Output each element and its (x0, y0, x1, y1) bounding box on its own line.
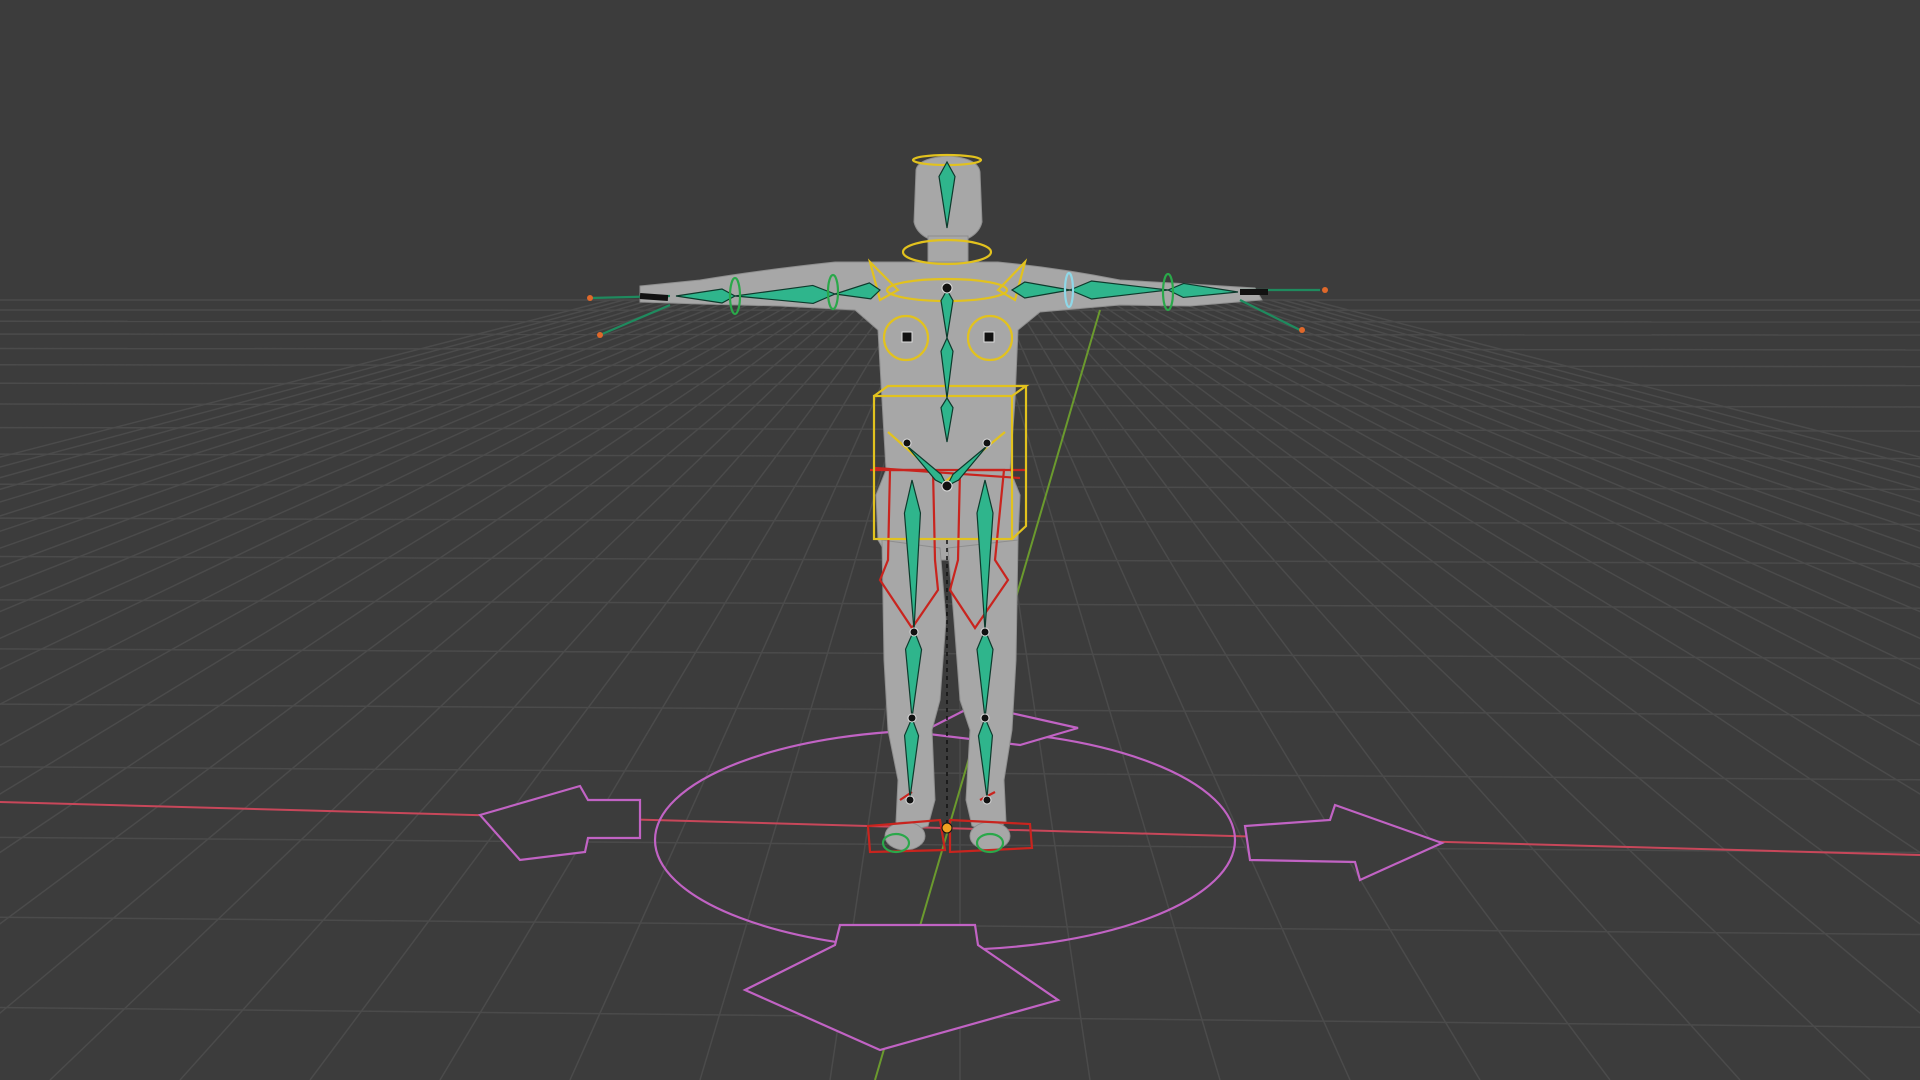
3d-viewport[interactable] (0, 0, 1920, 1080)
object-origin[interactable] (941, 822, 953, 834)
